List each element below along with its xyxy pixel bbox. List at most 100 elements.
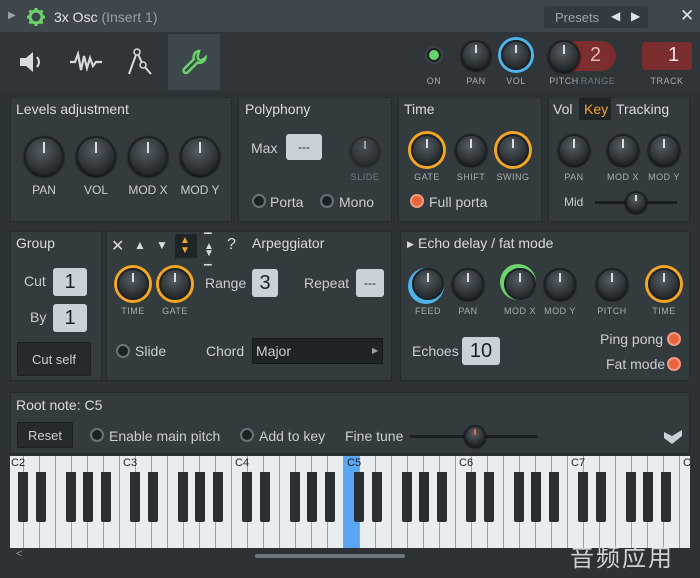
add-to-key-radio[interactable] <box>240 428 254 442</box>
tracking-mody-knob[interactable] <box>648 134 680 166</box>
black-key[interactable] <box>289 472 300 522</box>
tracking-key-tab[interactable]: Key <box>584 101 608 117</box>
tab-sampler[interactable] <box>60 34 112 90</box>
tab-misc[interactable] <box>168 34 220 90</box>
echo-time-knob[interactable] <box>648 268 680 300</box>
black-key[interactable] <box>100 472 111 522</box>
black-key[interactable] <box>513 472 524 522</box>
echo-pan-knob[interactable] <box>452 268 484 300</box>
levels-modx-knob[interactable] <box>128 136 168 176</box>
polyphony-title: Polyphony <box>245 101 311 117</box>
by-spinner[interactable]: 1 <box>53 304 87 332</box>
black-key[interactable] <box>148 472 158 522</box>
arp-time-knob[interactable] <box>117 268 149 300</box>
black-key[interactable] <box>177 472 188 522</box>
levels-pan-knob[interactable] <box>24 136 64 176</box>
arp-slide-radio[interactable] <box>116 344 130 358</box>
on-led[interactable] <box>425 46 443 64</box>
presets-label[interactable]: Presets <box>555 10 599 25</box>
tracking-vol-tab[interactable]: Vol <box>553 101 572 117</box>
black-key[interactable] <box>578 472 589 522</box>
echo-feed-knob[interactable] <box>412 268 444 300</box>
mid-slider-handle[interactable] <box>625 191 647 213</box>
keyboard-tool-icon[interactable] <box>662 426 684 446</box>
arp-chord-value[interactable]: Major <box>256 343 291 359</box>
black-key[interactable] <box>596 472 606 522</box>
black-key[interactable] <box>195 472 206 522</box>
presets-prev-icon[interactable]: ◀ <box>611 9 620 23</box>
echo-mody-knob[interactable] <box>544 268 576 300</box>
arp-down-icon[interactable]: ▼ <box>156 238 168 252</box>
black-key[interactable] <box>212 472 223 522</box>
black-key[interactable] <box>419 472 430 522</box>
tracking-modx-knob[interactable] <box>607 134 639 166</box>
black-key[interactable] <box>324 472 335 522</box>
arp-range-spinner[interactable]: 3 <box>252 269 278 297</box>
black-key[interactable] <box>436 472 447 522</box>
vol-knob[interactable] <box>501 40 531 70</box>
fine-tune-handle[interactable] <box>464 425 486 447</box>
track-box[interactable] <box>642 42 692 70</box>
echo-modx-knob[interactable] <box>504 268 536 300</box>
slide-knob[interactable] <box>350 136 380 166</box>
black-key[interactable] <box>83 472 94 522</box>
piano-keyboard[interactable]: C2 C3 C4 C5 C6 C7 C8 <box>10 456 690 548</box>
black-key[interactable] <box>242 472 253 522</box>
tab-envelope[interactable] <box>114 34 166 90</box>
full-porta-radio[interactable] <box>410 194 424 208</box>
pan-knob[interactable] <box>461 40 491 70</box>
black-key[interactable] <box>466 472 477 522</box>
arp-off-icon[interactable]: ✕ <box>111 236 124 256</box>
echo-expand-icon[interactable]: ▶ <box>407 239 414 250</box>
shift-knob[interactable] <box>455 134 487 166</box>
cut-spinner[interactable]: 1 <box>53 268 87 296</box>
black-key[interactable] <box>18 472 29 522</box>
black-key[interactable] <box>307 472 318 522</box>
arp-random-icon[interactable]: ? <box>227 236 236 254</box>
echoes-spinner[interactable]: 10 <box>462 337 500 365</box>
black-key[interactable] <box>260 472 270 522</box>
levels-mody-knob[interactable] <box>180 136 220 176</box>
ping-pong-radio[interactable] <box>667 332 681 346</box>
swing-knob[interactable] <box>497 134 529 166</box>
black-key[interactable] <box>401 472 412 522</box>
black-key[interactable] <box>660 472 671 522</box>
white-key[interactable] <box>680 456 690 548</box>
black-key[interactable] <box>643 472 654 522</box>
tracking-pan-knob[interactable] <box>558 134 590 166</box>
track-value[interactable]: 1 <box>668 44 679 67</box>
echo-title: Echo delay / fat mode <box>418 235 554 251</box>
scrollbar-thumb[interactable] <box>255 554 405 558</box>
scroll-left-icon[interactable]: < <box>16 548 22 560</box>
black-key[interactable] <box>484 472 494 522</box>
arp-up-icon[interactable]: ▲ <box>134 238 146 252</box>
tab-channel[interactable] <box>4 34 56 90</box>
black-key[interactable] <box>36 472 46 522</box>
black-key[interactable] <box>65 472 76 522</box>
gate-knob[interactable] <box>411 134 443 166</box>
close-icon[interactable]: ✕ <box>680 6 694 26</box>
mono-radio[interactable] <box>320 194 334 208</box>
pitch-knob[interactable] <box>548 40 580 72</box>
max-spinner[interactable]: --- <box>286 134 322 160</box>
arp-repeat-spinner[interactable]: --- <box>356 269 384 297</box>
arp-sticky-icon[interactable]: ▔ ▲ ▼ ▁ <box>204 235 214 266</box>
black-key[interactable] <box>130 472 141 522</box>
black-key[interactable] <box>548 472 559 522</box>
fat-mode-radio[interactable] <box>667 357 681 371</box>
porta-radio[interactable] <box>252 194 266 208</box>
chord-arrow-icon[interactable]: ▶ <box>372 346 378 355</box>
presets-next-icon[interactable]: ▶ <box>631 9 640 23</box>
black-key[interactable] <box>354 472 365 522</box>
black-key[interactable] <box>531 472 542 522</box>
cut-self-button[interactable]: Cut self <box>17 342 91 376</box>
range-value[interactable]: 2 <box>590 44 601 67</box>
black-key[interactable] <box>372 472 382 522</box>
echo-pitch-knob[interactable] <box>596 268 628 300</box>
black-key[interactable] <box>625 472 636 522</box>
collapse-arrow-icon[interactable]: ▶ <box>8 10 16 21</box>
arp-gate-knob[interactable] <box>159 268 191 300</box>
reset-button[interactable]: Reset <box>17 422 73 448</box>
levels-vol-knob[interactable] <box>76 136 116 176</box>
enable-main-pitch-radio[interactable] <box>90 428 104 442</box>
